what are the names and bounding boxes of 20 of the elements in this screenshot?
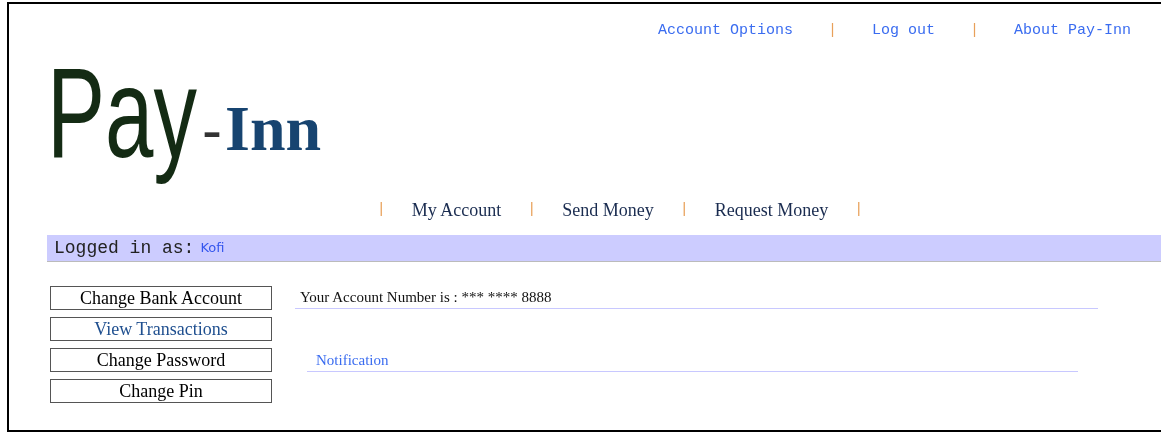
header-link[interactable]: Log out	[871, 20, 935, 43]
side-button[interactable]: Change Pin	[50, 379, 272, 403]
header-link[interactable]: Account Options	[657, 20, 793, 43]
notification-heading: Notification	[307, 349, 1078, 372]
side-button[interactable]: Change Password	[50, 348, 272, 372]
side-button[interactable]: Change Bank Account	[50, 286, 272, 310]
separator: |	[827, 21, 837, 42]
separator: |	[376, 199, 386, 220]
header-link[interactable]: About Pay-Inn	[1013, 20, 1131, 43]
nav-link[interactable]: My Account	[411, 196, 502, 224]
nav-link[interactable]: Request Money	[714, 196, 829, 224]
separator: |	[527, 199, 537, 220]
separator: |	[969, 21, 979, 42]
side-button[interactable]: View Transactions	[50, 317, 272, 341]
login-label: Logged in as:	[54, 236, 195, 260]
nav-link[interactable]: Send Money	[562, 196, 654, 224]
username: Kofi	[200, 239, 225, 258]
account-number: Your Account Number is : *** **** 8888	[295, 286, 1098, 309]
separator: |	[679, 199, 689, 220]
separator: |	[854, 199, 864, 220]
